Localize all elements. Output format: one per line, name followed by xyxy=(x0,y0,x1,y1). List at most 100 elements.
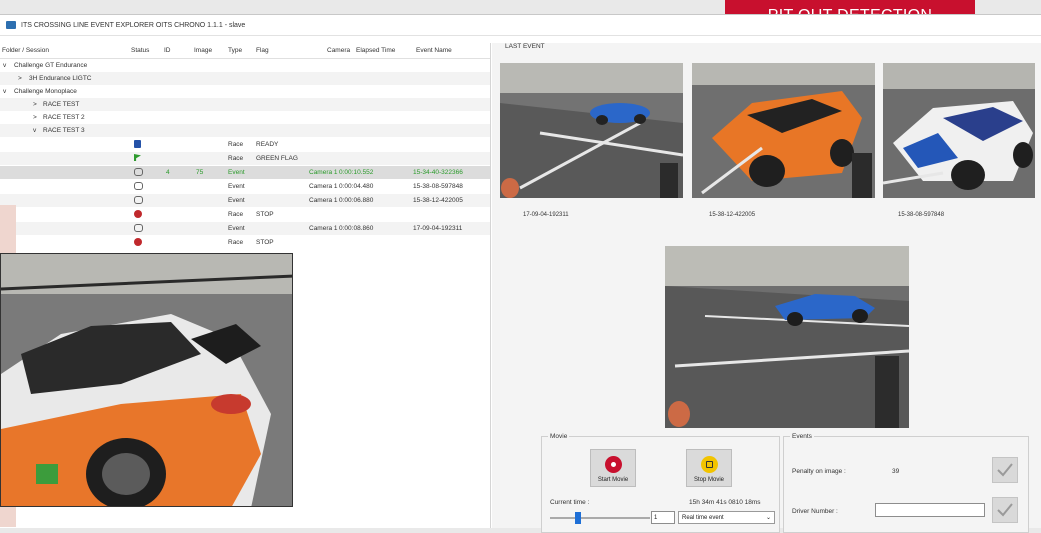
thumbnail-caption-2: 15-38-12-422005 xyxy=(709,212,756,218)
tree-label: Challenge Monoplace xyxy=(14,88,77,95)
movie-groupbox: Movie Start Movie Stop Movie Current tim… xyxy=(541,433,780,533)
zoomed-car-inset xyxy=(0,253,293,507)
tree-node[interactable]: v RACE TEST 3 xyxy=(0,124,490,137)
cell-elapsed: 0:00:10.552 xyxy=(339,169,374,176)
start-movie-button[interactable]: Start Movie xyxy=(590,449,636,487)
event-thumbnail-2[interactable] xyxy=(692,63,875,198)
cell-camera: Camera 1 xyxy=(309,197,338,204)
mode-value: Real time event xyxy=(682,514,724,521)
cell-flag: STOP xyxy=(256,239,274,246)
thumbnail-caption-3: 15-38-08-597848 xyxy=(898,212,945,218)
cell-camera: Camera 1 xyxy=(309,183,338,190)
checkmark-icon xyxy=(997,503,1013,517)
col-flag[interactable]: Flag xyxy=(256,47,269,54)
speed-value: 1 xyxy=(654,514,658,521)
current-time-label: Current time : xyxy=(550,499,590,506)
col-status[interactable]: Status xyxy=(131,47,149,54)
table-row-selected[interactable]: 4 75 Event Camera 1 0:00:10.552 15-34-40… xyxy=(0,166,490,179)
speed-spinbox[interactable]: 1 xyxy=(651,511,675,524)
penalty-value: 39 xyxy=(892,468,900,475)
table-header: Folder / Session Status ID Image Type Fl… xyxy=(0,43,490,59)
col-camera[interactable]: Camera xyxy=(327,47,350,54)
driver-number-input[interactable] xyxy=(875,503,985,517)
tree-label: RACE TEST xyxy=(43,101,80,108)
cell-type: Race xyxy=(228,155,244,162)
tree-arrow[interactable]: > xyxy=(33,114,37,121)
time-slider-track[interactable] xyxy=(550,517,650,519)
table-row[interactable]: Race READY xyxy=(0,138,490,151)
col-image[interactable]: Image xyxy=(194,47,212,54)
cell-event-name: 15-38-12-422005 xyxy=(413,197,463,204)
tree-label: Challenge GT Endurance xyxy=(14,62,88,69)
tree-node[interactable]: v Challenge GT Endurance xyxy=(0,59,490,72)
cell-elapsed: 0:00:06.880 xyxy=(339,197,374,204)
events-group-title: Events xyxy=(790,433,814,440)
cell-id: 4 xyxy=(166,169,170,176)
thumbnail-caption-1: 17-09-04-192311 xyxy=(523,212,569,218)
record-icon xyxy=(604,456,622,473)
cell-camera: Camera 1 xyxy=(309,225,338,232)
checkmark-icon xyxy=(997,463,1013,477)
col-elapsed-time[interactable]: Elapsed Time xyxy=(356,47,395,54)
movie-group-title: Movie xyxy=(548,433,570,440)
tree-arrow[interactable]: > xyxy=(18,75,22,82)
event-thumbnail-1[interactable] xyxy=(500,63,683,198)
penalty-label: Penalty on image : xyxy=(792,468,846,475)
cell-type: Race xyxy=(228,141,244,148)
cell-flag: GREEN FLAG xyxy=(256,155,298,162)
tree-arrow[interactable]: v xyxy=(33,127,36,134)
time-slider-handle[interactable] xyxy=(575,512,581,524)
cell-flag: READY xyxy=(256,141,279,148)
cell-camera: Camera 1 xyxy=(309,169,338,176)
stop-icon xyxy=(134,209,142,220)
event-thumbnail-3[interactable] xyxy=(883,63,1035,198)
col-type[interactable]: Type xyxy=(228,47,242,54)
chevron-down-icon: ⌄ xyxy=(765,515,771,521)
event-preview-image[interactable] xyxy=(665,246,909,428)
col-event-name[interactable]: Event Name xyxy=(416,47,452,54)
tree-arrow[interactable]: v xyxy=(3,62,6,69)
cell-elapsed: 0:00:04.480 xyxy=(339,183,374,190)
cell-type: Race xyxy=(228,239,244,246)
table-row[interactable]: Event Camera 1 0:00:06.880 15-38-12-4220… xyxy=(0,194,490,207)
tree-arrow[interactable]: v xyxy=(3,88,6,95)
stop-movie-button[interactable]: Stop Movie xyxy=(686,449,732,487)
table-row[interactable]: Race STOP xyxy=(0,208,490,221)
cell-type: Event xyxy=(228,183,245,190)
cell-type: Event xyxy=(228,225,245,232)
validate-penalty-button[interactable] xyxy=(992,457,1018,483)
stop-icon xyxy=(134,237,142,248)
table-row[interactable]: Event Camera 1 0:00:04.480 15-38-08-5978… xyxy=(0,180,490,193)
events-groupbox: Events Penalty on image : 39 Driver Numb… xyxy=(783,433,1029,533)
validate-driver-button[interactable] xyxy=(992,497,1018,523)
current-time-value: 15h 34m 41s 0810 18ms xyxy=(689,499,761,506)
inset-connector-bottom xyxy=(0,507,16,527)
stop-movie-label: Stop Movie xyxy=(693,477,724,483)
tree-node[interactable]: > RACE TEST xyxy=(0,98,490,111)
table-row[interactable]: Race STOP xyxy=(0,236,490,249)
green-flag-icon xyxy=(134,154,141,163)
table-row[interactable]: Event Camera 1 0:00:08.860 17-09-04-1923… xyxy=(0,222,490,235)
start-movie-label: Start Movie xyxy=(597,477,629,483)
cell-elapsed: 0:00:08.860 xyxy=(339,225,374,232)
table-row[interactable]: Race GREEN FLAG xyxy=(0,152,490,165)
cell-type: Race xyxy=(228,211,244,218)
tree-label: RACE TEST 2 xyxy=(43,114,85,121)
col-folder-session[interactable]: Folder / Session xyxy=(2,47,49,54)
tree-node[interactable]: v Challenge Monoplace xyxy=(0,85,490,98)
camera-icon xyxy=(134,195,143,206)
tree-label: 3H Endurance LIGTC xyxy=(29,75,92,82)
cell-type: Event xyxy=(228,169,245,176)
last-event-label: LAST EVENT xyxy=(505,43,545,50)
cell-event-name: 15-34-40-322366 xyxy=(413,169,463,176)
window-titlebar: ITS CROSSING LINE EVENT EXPLORER OITS CH… xyxy=(0,15,1041,36)
tree-node[interactable]: > RACE TEST 2 xyxy=(0,111,490,124)
camera-icon xyxy=(134,223,143,234)
camera-icon xyxy=(134,167,143,178)
tree-arrow[interactable]: > xyxy=(33,101,37,108)
cell-flag: STOP xyxy=(256,211,274,218)
mode-dropdown[interactable]: Real time event ⌄ xyxy=(678,511,775,524)
col-id[interactable]: ID xyxy=(164,47,171,54)
tree-node[interactable]: > 3H Endurance LIGTC xyxy=(0,72,490,85)
cell-event-name: 17-09-04-192311 xyxy=(413,225,463,232)
